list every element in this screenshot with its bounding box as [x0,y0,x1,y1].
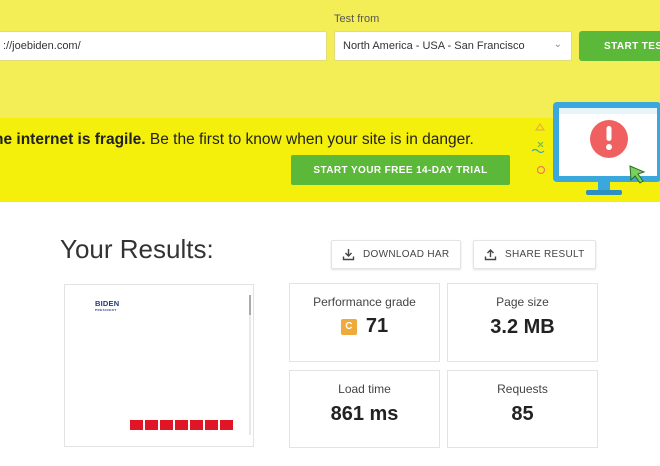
performance-grade-label: Performance grade [313,295,416,309]
share-icon [484,249,497,261]
start-test-button[interactable]: START TEST [579,31,660,61]
page-screenshot-thumbnail: BIDEN PRESIDENT [64,284,254,447]
requests-card: Requests 85 [447,370,598,448]
chevron-down-icon: ⌄ [553,39,562,50]
site-logo: BIDEN PRESIDENT [95,299,119,312]
load-time-value: 861 ms [330,403,399,425]
thumbnail-scrollbar [249,295,251,435]
url-input[interactable]: ://joebiden.com/ [0,31,327,61]
download-har-button[interactable]: DOWNLOAD HAR [331,240,461,269]
test-bar: ://joebiden.com/ Test from North America… [0,0,660,94]
test-from-label: Test from [334,13,380,25]
download-har-label: DOWNLOAD HAR [363,249,450,260]
load-time-label: Load time [338,382,391,396]
alert-monitor-illustration [531,102,660,195]
results-title: Your Results: [60,234,214,264]
promo-headline-rest: Be the first to know when your site is i… [145,131,474,148]
page-size-label: Page size [496,295,549,309]
load-time-card: Load time 861 ms [289,370,440,448]
page-size-card: Page size 3.2 MB [447,283,598,362]
site-logo-subtext: PRESIDENT [95,308,117,312]
share-result-button[interactable]: SHARE RESULT [473,240,596,269]
requests-value: 85 [511,403,534,425]
page-size-value: 3.2 MB [490,316,555,338]
location-value: North America - USA - San Francisco [343,40,525,52]
promo-banner: he internet is fragile. Be the first to … [0,94,660,202]
grade-badge: C [340,318,357,335]
site-red-banner [130,420,233,430]
performance-grade-card: Performance grade C 71 [289,283,440,362]
requests-label: Requests [497,382,548,396]
site-logo-text: BIDEN [95,299,120,308]
share-result-label: SHARE RESULT [505,249,585,260]
promo-headline-bold: he internet is fragile. [0,131,146,148]
download-icon [342,249,355,261]
free-trial-button[interactable]: START YOUR FREE 14-DAY TRIAL [291,155,510,185]
location-select[interactable]: North America - USA - San Francisco ⌄ [334,31,572,61]
promo-headline: he internet is fragile. Be the first to … [0,131,474,149]
performance-grade-value: 71 [365,315,389,337]
